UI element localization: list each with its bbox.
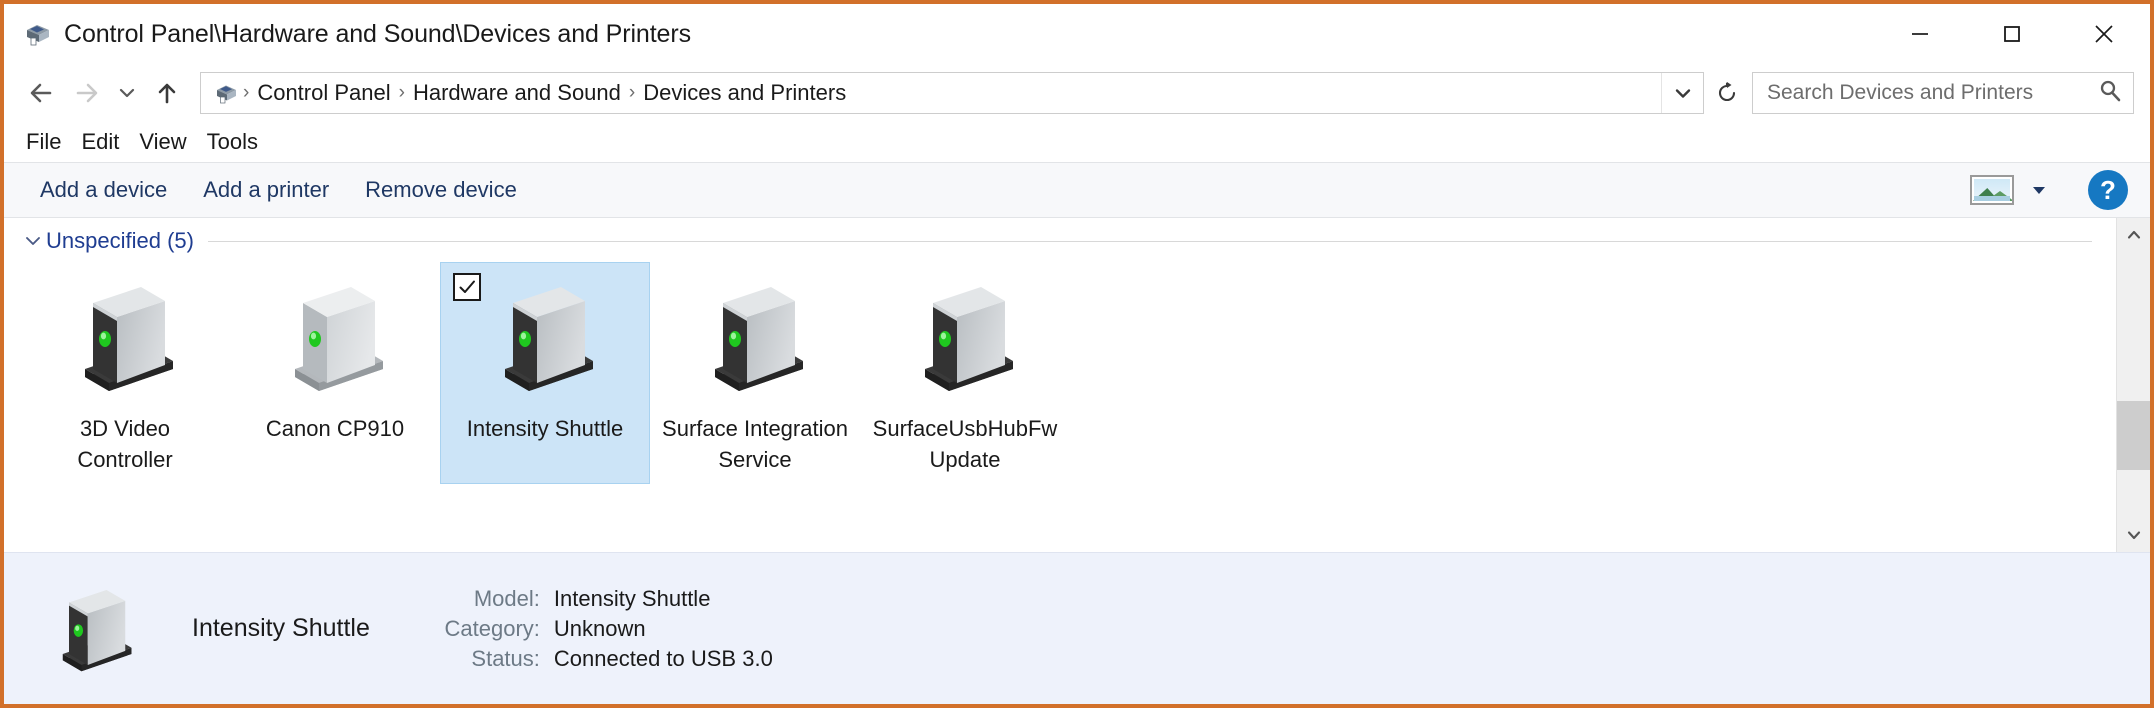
device-dark-front-icon	[901, 273, 1029, 401]
refresh-button[interactable]	[1710, 72, 1744, 114]
device-tile[interactable]: SurfaceUsbHubFwUpdate	[860, 262, 1070, 484]
command-bar: Add a device Add a printer Remove device…	[4, 162, 2150, 218]
breadcrumb-separator: ›	[243, 82, 250, 103]
minimize-button[interactable]	[1874, 4, 1966, 64]
window-controls	[1874, 4, 2150, 64]
search-input[interactable]	[1767, 81, 2097, 105]
address-dropdown-button[interactable]	[1661, 73, 1703, 113]
up-button[interactable]	[144, 70, 190, 116]
breadcrumb-separator: ›	[628, 82, 636, 103]
device-tile-selected[interactable]: Intensity Shuttle	[440, 262, 650, 484]
device-label: 3D Video Controller	[77, 416, 173, 472]
device-dark-front-icon	[44, 579, 144, 679]
device-label: Surface Integration Service	[662, 416, 848, 472]
add-a-device-button[interactable]: Add a device	[22, 163, 185, 217]
details-row-status: Status: Connected to USB 3.0	[404, 645, 773, 672]
content-area: Unspecified (5) 3D Video Controller Cano…	[4, 218, 2150, 552]
search-icon[interactable]	[2097, 78, 2123, 109]
device-tile[interactable]: 3D Video Controller	[20, 262, 230, 484]
address-bar-row: › Control Panel › Hardware and Sound › D…	[4, 64, 2150, 122]
address-bar[interactable]: › Control Panel › Hardware and Sound › D…	[200, 72, 1704, 114]
breadcrumb-printer-icon[interactable]	[213, 80, 239, 106]
remove-device-button[interactable]: Remove device	[347, 163, 535, 217]
help-button[interactable]: ?	[2088, 170, 2128, 210]
forward-button[interactable]	[64, 70, 110, 116]
breadcrumb-separator: ›	[398, 82, 405, 103]
search-box[interactable]	[1752, 72, 2134, 114]
details-row-category: Category: Unknown	[404, 616, 773, 642]
window-title: Control Panel\Hardware and Sound\Devices…	[64, 19, 691, 48]
device-label: Intensity Shuttle	[466, 416, 624, 441]
vertical-scrollbar[interactable]	[2116, 218, 2150, 552]
details-value-status: Connected to USB 3.0	[553, 645, 773, 671]
devices-grid: 3D Video Controller Canon CP910 Intensit…	[20, 258, 2116, 484]
details-device-title: Intensity Shuttle	[192, 614, 370, 642]
details-row-model: Model: Intensity Shuttle	[404, 586, 773, 612]
details-label-model: Model:	[473, 585, 540, 611]
device-tile[interactable]: Canon CP910	[230, 262, 440, 484]
group-header-unspecified[interactable]: Unspecified (5)	[20, 218, 2116, 258]
device-label: Canon CP910	[265, 416, 405, 441]
chevron-down-icon[interactable]	[2024, 175, 2054, 205]
devices-and-printers-window: Control Panel\Hardware and Sound\Devices…	[0, 0, 2154, 708]
menu-view[interactable]: View	[129, 123, 196, 161]
title-bar: Control Panel\Hardware and Sound\Devices…	[4, 4, 2150, 64]
printer-icon	[22, 19, 52, 49]
scrollbar-thumb[interactable]	[2116, 400, 2150, 471]
device-tile[interactable]: Surface Integration Service	[650, 262, 860, 484]
breadcrumb-item-hardware-and-sound[interactable]: Hardware and Sound	[407, 73, 627, 113]
details-label-category: Category:	[444, 615, 540, 641]
command-bar-right: ?	[1970, 170, 2128, 210]
breadcrumb-item-control-panel[interactable]: Control Panel	[251, 73, 396, 113]
menu-tools[interactable]: Tools	[197, 123, 268, 161]
device-dark-front-icon	[61, 273, 189, 401]
scroll-down-button[interactable]	[2117, 518, 2151, 552]
close-button[interactable]	[2058, 4, 2150, 64]
breadcrumb-item-devices-and-printers[interactable]: Devices and Printers	[637, 73, 852, 113]
devices-list-pane: Unspecified (5) 3D Video Controller Cano…	[4, 218, 2116, 552]
device-dark-front-icon	[691, 273, 819, 401]
device-label: SurfaceUsbHubFwUpdate	[872, 416, 1058, 472]
menu-file[interactable]: File	[16, 123, 71, 161]
scrollbar-track[interactable]	[2116, 252, 2150, 518]
device-light-front-icon	[271, 273, 399, 401]
picture-view-icon[interactable]	[1970, 175, 2014, 205]
chevron-down-icon[interactable]	[20, 232, 46, 250]
scroll-up-button[interactable]	[2117, 218, 2151, 252]
menu-edit[interactable]: Edit	[71, 123, 129, 161]
maximize-button[interactable]	[1966, 4, 2058, 64]
details-properties: Model: Intensity Shuttle Category: Unkno…	[404, 586, 773, 672]
details-label-status: Status:	[471, 645, 540, 671]
recent-locations-button[interactable]	[110, 70, 144, 116]
group-header-divider	[207, 240, 2092, 242]
menu-bar: File Edit View Tools	[4, 122, 2150, 162]
details-value-model: Intensity Shuttle	[553, 585, 711, 611]
device-dark-front-icon	[481, 273, 609, 401]
device-checkbox[interactable]	[453, 273, 481, 301]
add-a-printer-button[interactable]: Add a printer	[185, 163, 347, 217]
details-value-category: Unknown	[553, 615, 646, 641]
back-button[interactable]	[18, 70, 64, 116]
group-header-label: Unspecified (5)	[46, 228, 194, 253]
details-pane: Intensity Shuttle Model: Intensity Shutt…	[4, 552, 2150, 704]
breadcrumb: › Control Panel › Hardware and Sound › D…	[201, 73, 1661, 113]
